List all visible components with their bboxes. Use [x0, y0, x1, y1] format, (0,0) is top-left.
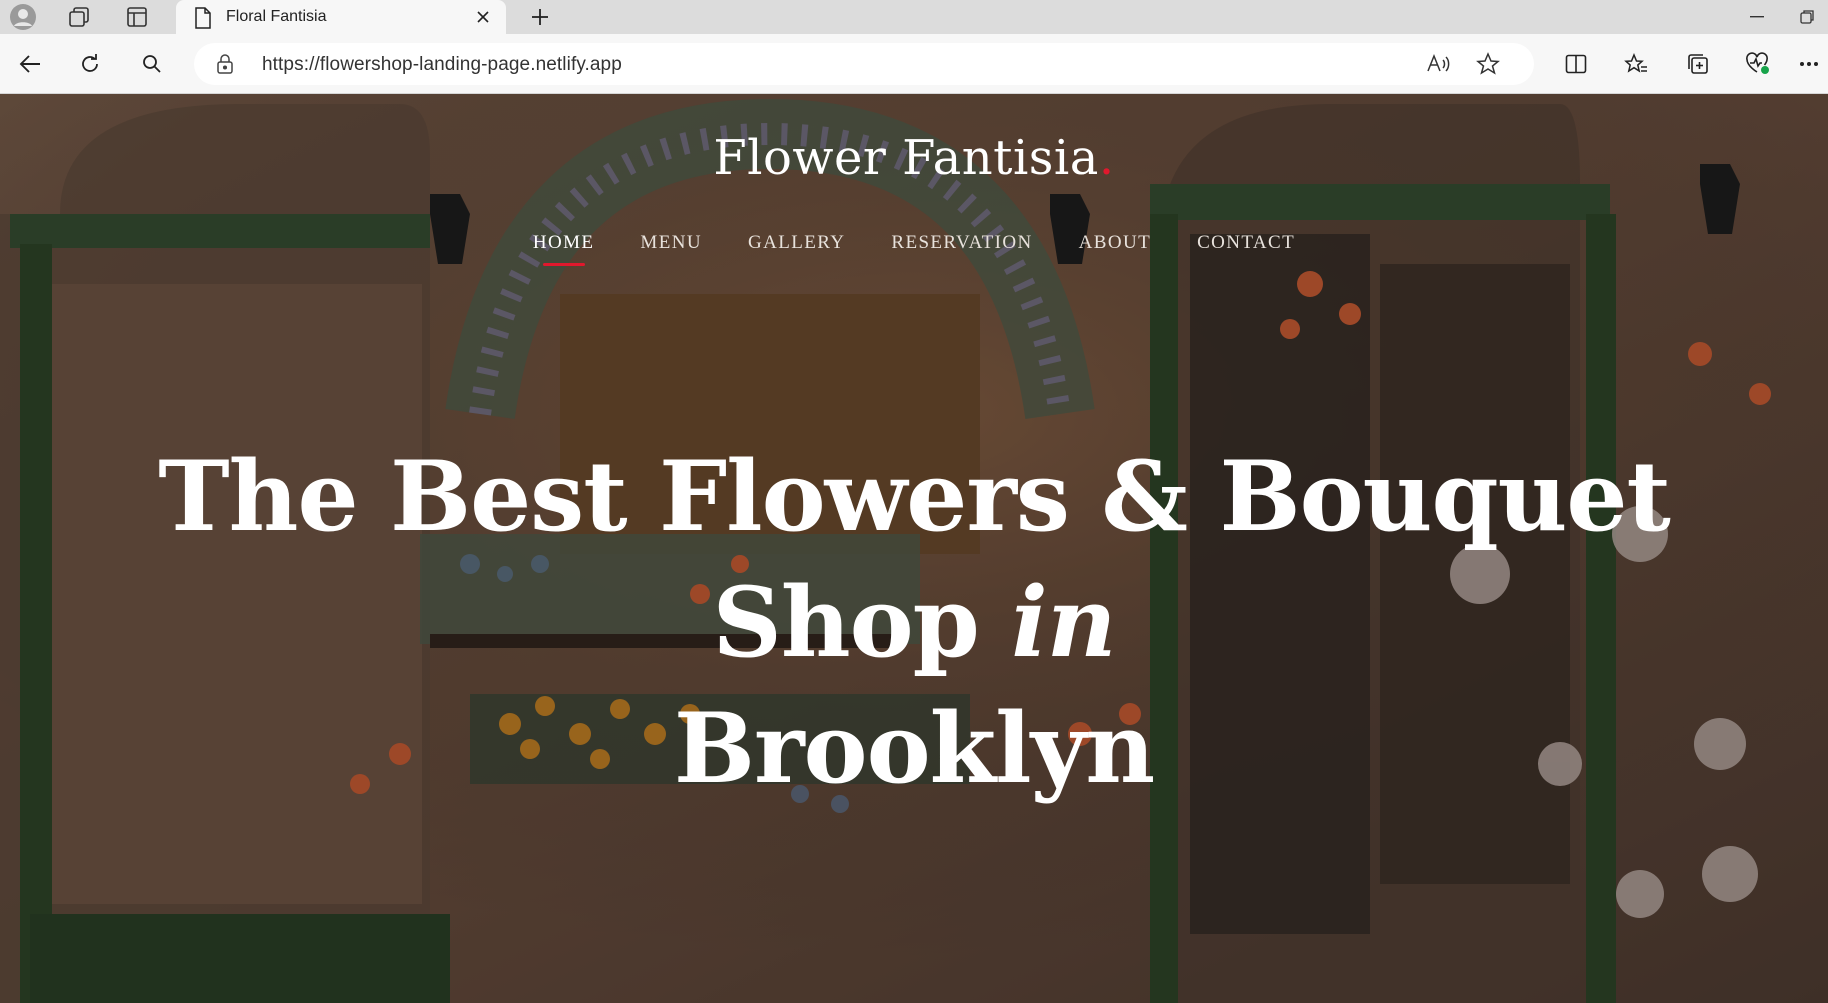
url-text[interactable]: https://flowershop-landing-page.netlify.… — [262, 54, 622, 76]
back-icon[interactable] — [12, 46, 48, 82]
minimize-window-icon[interactable] — [1734, 0, 1780, 34]
search-icon[interactable] — [134, 46, 170, 82]
hero-headline: The Best Flowers & Bouquet Shop in Brookl… — [40, 434, 1788, 812]
collections-add-icon[interactable] — [1680, 46, 1716, 82]
more-options-icon[interactable] — [1794, 46, 1824, 82]
nav-item-label: MENU — [640, 232, 702, 253]
nav-item-contact[interactable]: CONTACT — [1197, 232, 1295, 262]
nav-item-gallery[interactable]: GALLERY — [748, 232, 845, 262]
address-bar[interactable]: https://flowershop-landing-page.netlify.… — [194, 43, 1534, 85]
headline-emphasis: in — [1011, 566, 1116, 679]
active-nav-indicator — [542, 263, 585, 266]
vertical-tabs-icon[interactable] — [114, 0, 160, 34]
headline-main: The Best Flowers & Bouquet Shop — [158, 440, 1671, 679]
headline-city: Brooklyn — [673, 692, 1155, 805]
nav-item-label: GALLERY — [747, 232, 846, 253]
browser-tab-bar: Floral Fantisia — [0, 0, 1828, 36]
tab-title: Floral Fantisia — [226, 8, 327, 25]
nav-item-label: CONTACT — [1197, 232, 1296, 253]
refresh-icon[interactable] — [72, 46, 108, 82]
main-nav: HOME MENU GALLERY RESERVATION ABOUT CONT… — [0, 232, 1828, 266]
nav-item-label: HOME — [532, 232, 595, 253]
hero-section: Flower Fantisia. HOME MENU GALLERY RESER… — [0, 94, 1828, 1003]
split-screen-icon[interactable] — [1558, 46, 1594, 82]
profile-icon[interactable] — [0, 0, 46, 34]
read-aloud-icon[interactable] — [1422, 49, 1454, 79]
browser-tab[interactable]: Floral Fantisia — [176, 0, 506, 36]
favorites-icon[interactable] — [1618, 46, 1654, 82]
nav-item-reservation[interactable]: RESERVATION — [891, 232, 1032, 262]
lock-icon[interactable] — [216, 53, 234, 80]
nav-item-label: RESERVATION — [891, 232, 1033, 253]
collections-icon[interactable] — [56, 0, 102, 34]
site-logo-text: Flower Fantisia — [713, 130, 1099, 186]
site-logo[interactable]: Flower Fantisia. — [0, 130, 1828, 186]
browser-toolbar: https://flowershop-landing-page.netlify.… — [0, 34, 1828, 94]
favorite-star-icon[interactable] — [1472, 49, 1504, 79]
restore-window-icon[interactable] — [1786, 0, 1828, 34]
page-icon — [194, 7, 212, 34]
nav-item-menu[interactable]: MENU — [640, 232, 702, 262]
nav-item-label: ABOUT — [1078, 232, 1152, 253]
close-tab-icon[interactable] — [472, 6, 494, 28]
nav-item-home[interactable]: HOME — [532, 232, 595, 266]
new-tab-button[interactable] — [518, 2, 562, 32]
browser-essentials-icon[interactable] — [1740, 46, 1776, 82]
nav-item-about[interactable]: ABOUT — [1079, 232, 1151, 262]
site-logo-dot: . — [1098, 130, 1115, 186]
